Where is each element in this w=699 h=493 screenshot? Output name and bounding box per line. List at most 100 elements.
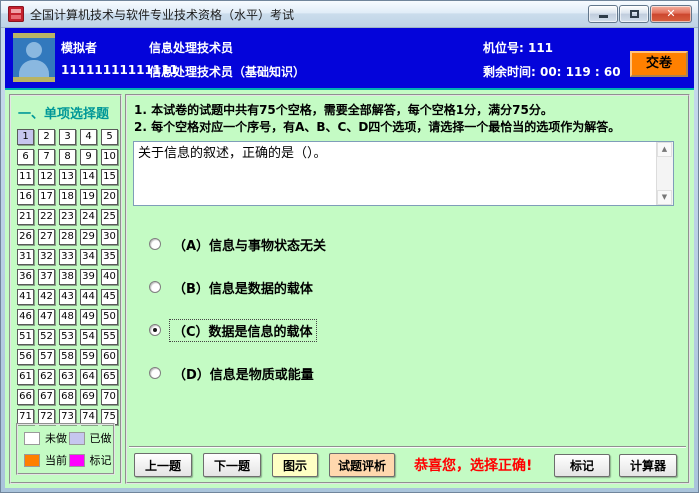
question-number-button[interactable]: 69 <box>80 389 97 405</box>
question-number-button[interactable]: 39 <box>80 269 97 285</box>
scroll-down-icon[interactable]: ▼ <box>657 190 672 205</box>
question-number-button[interactable]: 24 <box>80 209 97 225</box>
prev-question-button[interactable]: 上一题 <box>134 453 192 477</box>
question-number-button[interactable]: 35 <box>101 249 118 265</box>
question-number-button[interactable]: 37 <box>38 269 55 285</box>
question-number-button[interactable]: 3 <box>59 129 76 145</box>
question-number-button[interactable]: 61 <box>17 369 34 385</box>
question-number-button[interactable]: 50 <box>101 309 118 325</box>
question-number-button[interactable]: 51 <box>17 329 34 345</box>
question-number-button[interactable]: 29 <box>80 229 97 245</box>
radio-icon[interactable] <box>149 324 161 336</box>
answer-option[interactable]: （A）信息与事物状态无关 <box>149 234 329 254</box>
close-button[interactable]: ✕ <box>650 5 692 23</box>
question-number-button[interactable]: 41 <box>17 289 34 305</box>
radio-icon[interactable] <box>149 281 161 293</box>
option-label: （B）信息是数据的载体 <box>170 277 316 298</box>
question-number-button[interactable]: 11 <box>17 169 34 185</box>
question-number-button[interactable]: 4 <box>80 129 97 145</box>
legend-swatch-icon <box>69 432 85 445</box>
minimize-button[interactable] <box>588 5 618 23</box>
question-number-button[interactable]: 56 <box>17 349 34 365</box>
minimize-icon <box>599 15 608 18</box>
answer-option[interactable]: （C）数据是信息的载体 <box>149 320 329 340</box>
right-buttons: 标记 计算器 <box>554 454 677 477</box>
question-number-button[interactable]: 21 <box>17 209 34 225</box>
question-number-button[interactable]: 14 <box>80 169 97 185</box>
question-number-button[interactable]: 62 <box>38 369 55 385</box>
question-number-button[interactable]: 27 <box>38 229 55 245</box>
answer-option[interactable]: （D）信息是物质或能量 <box>149 363 329 383</box>
option-label: （D）信息是物质或能量 <box>170 363 317 384</box>
question-number-button[interactable]: 52 <box>38 329 55 345</box>
radio-icon[interactable] <box>149 238 161 250</box>
question-number-button[interactable]: 2 <box>38 129 55 145</box>
calculator-button[interactable]: 计算器 <box>619 454 677 477</box>
question-number-button[interactable]: 17 <box>38 189 55 205</box>
legend-swatch-icon <box>24 454 40 467</box>
question-number-button[interactable]: 1 <box>17 129 34 145</box>
question-number-button[interactable]: 59 <box>80 349 97 365</box>
question-number-button[interactable]: 48 <box>59 309 76 325</box>
question-number-button[interactable]: 30 <box>101 229 118 245</box>
question-number-button[interactable]: 49 <box>80 309 97 325</box>
question-number-button[interactable]: 19 <box>80 189 97 205</box>
question-number-button[interactable]: 67 <box>38 389 55 405</box>
question-number-button[interactable]: 40 <box>101 269 118 285</box>
question-textbox[interactable]: 关于信息的叙述，正确的是（）。 ▲ ▼ <box>133 141 674 206</box>
question-number-button[interactable]: 9 <box>80 149 97 165</box>
question-number-button[interactable]: 54 <box>80 329 97 345</box>
question-number-button[interactable]: 58 <box>59 349 76 365</box>
question-number-button[interactable]: 18 <box>59 189 76 205</box>
question-number-button[interactable]: 23 <box>59 209 76 225</box>
question-number-button[interactable]: 70 <box>101 389 118 405</box>
question-number-button[interactable]: 15 <box>101 169 118 185</box>
question-number-button[interactable]: 36 <box>17 269 34 285</box>
scroll-up-icon[interactable]: ▲ <box>657 142 672 157</box>
question-number-button[interactable]: 32 <box>38 249 55 265</box>
question-number-button[interactable]: 53 <box>59 329 76 345</box>
question-number-button[interactable]: 45 <box>101 289 118 305</box>
question-number-button[interactable]: 34 <box>80 249 97 265</box>
question-number-button[interactable]: 65 <box>101 369 118 385</box>
next-question-button[interactable]: 下一题 <box>203 453 261 477</box>
question-number-button[interactable]: 42 <box>38 289 55 305</box>
submit-exam-button[interactable]: 交卷 <box>630 51 688 77</box>
question-number-button[interactable]: 7 <box>38 149 55 165</box>
question-number-button[interactable]: 5 <box>101 129 118 145</box>
question-number-button[interactable]: 6 <box>17 149 34 165</box>
question-number-button[interactable]: 44 <box>80 289 97 305</box>
question-number-button[interactable]: 68 <box>59 389 76 405</box>
question-number-button[interactable]: 47 <box>38 309 55 325</box>
question-number-button[interactable]: 25 <box>101 209 118 225</box>
question-number-button[interactable]: 38 <box>59 269 76 285</box>
question-number-button[interactable]: 20 <box>101 189 118 205</box>
radio-icon[interactable] <box>149 367 161 379</box>
question-number-button[interactable]: 33 <box>59 249 76 265</box>
question-number-button[interactable]: 22 <box>38 209 55 225</box>
mark-button[interactable]: 标记 <box>554 454 610 477</box>
question-number-button[interactable]: 28 <box>59 229 76 245</box>
question-number-button[interactable]: 10 <box>101 149 118 165</box>
analysis-button[interactable]: 试题评析 <box>329 453 395 477</box>
question-number-button[interactable]: 57 <box>38 349 55 365</box>
question-number-button[interactable]: 43 <box>59 289 76 305</box>
question-number-button[interactable]: 13 <box>59 169 76 185</box>
question-number-button[interactable]: 66 <box>17 389 34 405</box>
answer-option[interactable]: （B）信息是数据的载体 <box>149 277 329 297</box>
question-number-button[interactable]: 55 <box>101 329 118 345</box>
window-controls: ✕ <box>588 5 692 23</box>
diagram-button[interactable]: 图示 <box>272 453 318 477</box>
question-number-button[interactable]: 16 <box>17 189 34 205</box>
question-number-button[interactable]: 12 <box>38 169 55 185</box>
feedback-message: 恭喜您，选择正确! <box>414 455 532 475</box>
question-number-button[interactable]: 31 <box>17 249 34 265</box>
scrollbar[interactable]: ▲ ▼ <box>656 142 673 205</box>
question-number-button[interactable]: 8 <box>59 149 76 165</box>
question-number-button[interactable]: 64 <box>80 369 97 385</box>
maximize-button[interactable] <box>619 5 649 23</box>
question-number-button[interactable]: 46 <box>17 309 34 325</box>
question-number-button[interactable]: 60 <box>101 349 118 365</box>
question-number-button[interactable]: 26 <box>17 229 34 245</box>
question-number-button[interactable]: 63 <box>59 369 76 385</box>
